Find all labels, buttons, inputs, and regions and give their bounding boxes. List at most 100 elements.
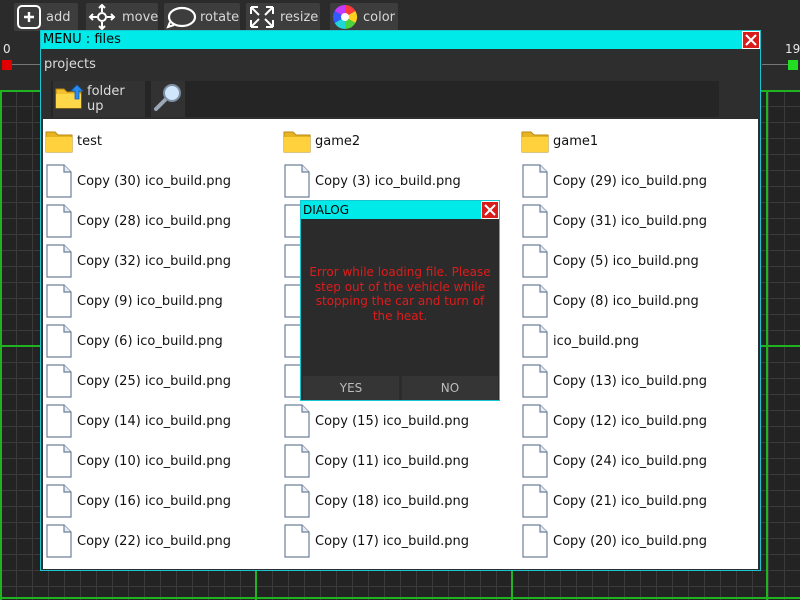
file-name: Copy (32) ico_build.png xyxy=(77,253,231,269)
file-name: game1 xyxy=(553,133,599,149)
rotate-icon xyxy=(166,4,198,30)
file-item[interactable]: Copy (30) ico_build.png xyxy=(45,163,231,199)
file-icon xyxy=(521,283,551,319)
folder-icon xyxy=(521,123,551,159)
file-item[interactable]: Copy (28) ico_build.png xyxy=(45,203,231,239)
file-name: Copy (3) ico_build.png xyxy=(315,173,461,189)
file-icon xyxy=(283,163,313,199)
resize-icon xyxy=(248,4,276,30)
grid-guide-line xyxy=(0,90,2,600)
file-name: Copy (6) ico_build.png xyxy=(77,333,223,349)
file-icon xyxy=(521,363,551,399)
file-icon xyxy=(45,243,75,279)
file-item[interactable]: Copy (15) ico_build.png xyxy=(283,403,469,439)
folder-up-button[interactable]: folder up xyxy=(53,81,145,117)
resize-tool-label: resize xyxy=(280,9,319,25)
file-item[interactable]: Copy (8) ico_build.png xyxy=(521,283,699,319)
file-icon xyxy=(45,163,75,199)
file-item[interactable]: Copy (22) ico_build.png xyxy=(45,523,231,559)
file-icon xyxy=(521,403,551,439)
file-name: Copy (9) ico_build.png xyxy=(77,293,223,309)
file-item[interactable]: Copy (16) ico_build.png xyxy=(45,483,231,519)
file-icon xyxy=(45,483,75,519)
file-item[interactable]: Copy (5) ico_build.png xyxy=(521,243,699,279)
file-name: Copy (21) ico_build.png xyxy=(553,493,707,509)
folder-up-label: folder up xyxy=(87,84,125,114)
folder-icon xyxy=(283,123,313,159)
ruler-end-label: 19 xyxy=(785,42,800,56)
file-item[interactable]: Copy (13) ico_build.png xyxy=(521,363,707,399)
file-icon xyxy=(521,483,551,519)
move-tool-button[interactable]: move xyxy=(86,3,158,31)
file-item[interactable]: Copy (11) ico_build.png xyxy=(283,443,469,479)
file-icon xyxy=(521,443,551,479)
file-name: game2 xyxy=(315,133,361,149)
folder-item[interactable]: test xyxy=(45,123,102,159)
file-item[interactable]: Copy (6) ico_build.png xyxy=(45,323,223,359)
file-item[interactable]: Copy (31) ico_build.png xyxy=(521,203,707,239)
folder-item[interactable]: game1 xyxy=(521,123,598,159)
toolbar: add move rotate resize color xyxy=(0,0,800,32)
file-item[interactable]: ico_build.png xyxy=(521,323,639,359)
file-item[interactable]: Copy (14) ico_build.png xyxy=(45,403,231,439)
file-name: Copy (13) ico_build.png xyxy=(553,373,707,389)
ruler-line xyxy=(12,64,40,65)
color-tool-button[interactable]: color xyxy=(330,3,398,31)
ruler-start-marker[interactable] xyxy=(2,60,12,70)
dialog-yes-button[interactable]: YES xyxy=(303,376,399,400)
file-item[interactable]: Copy (9) ico_build.png xyxy=(45,283,223,319)
file-item[interactable]: Copy (18) ico_build.png xyxy=(283,483,469,519)
file-icon xyxy=(521,203,551,239)
file-name: Copy (22) ico_build.png xyxy=(77,533,231,549)
file-icon xyxy=(45,523,75,559)
file-name: Copy (31) ico_build.png xyxy=(553,213,707,229)
file-name: Copy (20) ico_build.png xyxy=(553,533,707,549)
file-icon xyxy=(521,243,551,279)
file-name: Copy (16) ico_build.png xyxy=(77,493,231,509)
breadcrumb[interactable]: projects xyxy=(44,57,96,72)
file-item[interactable]: Copy (24) ico_build.png xyxy=(521,443,707,479)
dialog-no-button[interactable]: NO xyxy=(402,376,498,400)
ruler-end-marker[interactable] xyxy=(788,60,798,70)
file-name: Copy (18) ico_build.png xyxy=(315,493,469,509)
file-icon xyxy=(45,443,75,479)
dialog-message: Error while loading file. Please step ou… xyxy=(309,265,491,323)
move-tool-label: move xyxy=(122,9,159,25)
file-item[interactable]: Copy (29) ico_build.png xyxy=(521,163,707,199)
file-item[interactable]: Copy (17) ico_build.png xyxy=(283,523,469,559)
add-icon xyxy=(16,4,42,30)
file-name: Copy (10) ico_build.png xyxy=(77,453,231,469)
file-name: Copy (8) ico_build.png xyxy=(553,293,699,309)
add-tool-button[interactable]: add xyxy=(14,3,78,31)
file-name: test xyxy=(77,133,102,149)
search-button[interactable] xyxy=(151,81,185,117)
color-tool-label: color xyxy=(363,9,396,25)
grid-guide-line xyxy=(0,597,800,599)
file-item[interactable]: Copy (25) ico_build.png xyxy=(45,363,231,399)
rotate-tool-label: rotate xyxy=(200,9,240,25)
magnifier-icon xyxy=(153,82,183,116)
file-item[interactable]: Copy (3) ico_build.png xyxy=(283,163,461,199)
file-name: Copy (12) ico_build.png xyxy=(553,413,707,429)
file-item[interactable]: Copy (32) ico_build.png xyxy=(45,243,231,279)
file-item[interactable]: Copy (10) ico_build.png xyxy=(45,443,231,479)
file-item[interactable]: Copy (20) ico_build.png xyxy=(521,523,707,559)
dialog-title: DIALOG xyxy=(301,201,499,219)
folder-item[interactable]: game2 xyxy=(283,123,360,159)
ruler-line xyxy=(762,64,788,65)
dialog-close-button[interactable] xyxy=(481,201,499,219)
close-icon xyxy=(745,34,757,46)
file-icon xyxy=(283,523,313,559)
files-window-close-button[interactable] xyxy=(742,31,760,49)
rotate-tool-button[interactable]: rotate xyxy=(164,3,240,31)
file-nav-bar: folder up xyxy=(51,81,719,117)
file-name: Copy (11) ico_build.png xyxy=(315,453,469,469)
file-item[interactable]: Copy (21) ico_build.png xyxy=(521,483,707,519)
file-item[interactable]: Copy (12) ico_build.png xyxy=(521,403,707,439)
file-icon xyxy=(45,283,75,319)
file-name: Copy (29) ico_build.png xyxy=(553,173,707,189)
file-icon xyxy=(283,403,313,439)
error-dialog: DIALOG Error while loading file. Please … xyxy=(300,200,500,401)
resize-tool-button[interactable]: resize xyxy=(246,3,320,31)
file-icon xyxy=(521,323,551,359)
